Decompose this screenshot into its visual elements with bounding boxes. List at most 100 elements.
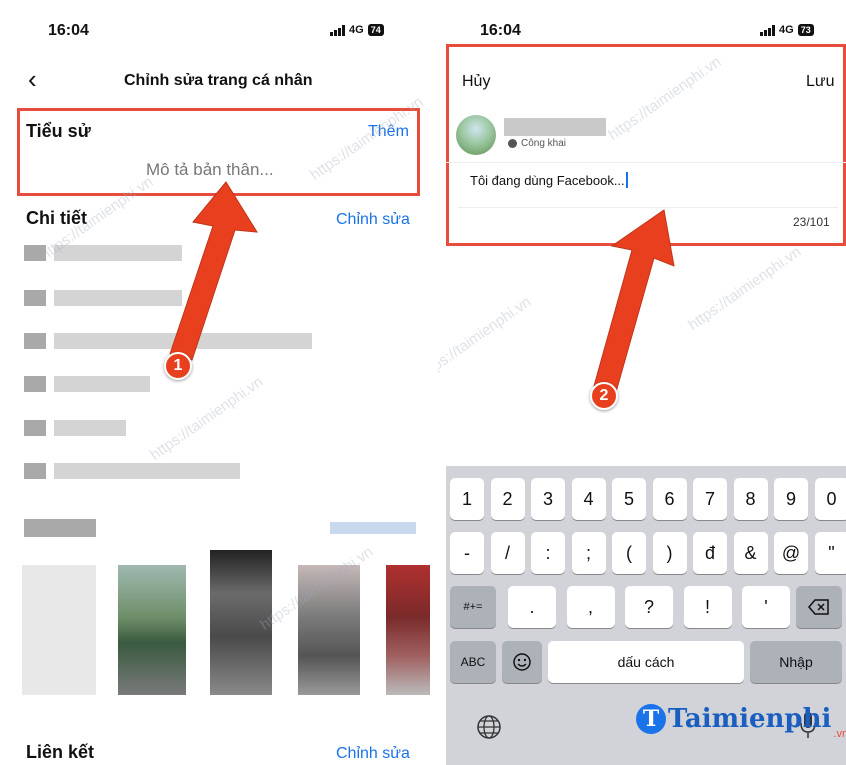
char-count: 23/101	[793, 215, 830, 229]
key-punct-1[interactable]: ,	[566, 586, 615, 628]
network-label: 4G	[349, 24, 364, 36]
blurred-detail	[24, 420, 46, 436]
key-number-0[interactable]: 1	[450, 478, 484, 520]
key-number-9[interactable]: 0	[814, 478, 846, 520]
editor-highlight	[446, 44, 846, 246]
blurred-photo	[298, 565, 360, 695]
backspace-key[interactable]	[796, 586, 842, 628]
key-symbol-0[interactable]: -	[450, 532, 484, 574]
signal-icon	[760, 24, 775, 36]
key-number-6[interactable]: 7	[693, 478, 727, 520]
bio-editor-screen: 16:04 4G 73 Hủy Lưu Công khai Tôi đang d…	[438, 0, 846, 765]
logo-mark-icon: T	[636, 704, 666, 734]
avatar	[456, 115, 496, 155]
network-label: 4G	[779, 24, 794, 36]
return-key[interactable]: Nhập	[750, 641, 842, 683]
blurred-detail	[54, 290, 182, 306]
key-symbol-9[interactable]: "	[814, 532, 846, 574]
emoji-key[interactable]	[502, 641, 542, 683]
key-symbol-3[interactable]: ;	[571, 532, 606, 574]
blurred-detail	[24, 463, 46, 479]
links-edit-button[interactable]: Chỉnh sửa	[336, 745, 410, 763]
blurred-detail	[54, 376, 150, 392]
details-title: Chi tiết	[26, 208, 87, 228]
blurred-link	[330, 522, 416, 534]
blurred-detail	[54, 463, 240, 479]
step-badge-1: 1	[164, 352, 192, 380]
watermark-text: https://taimienphi.vn	[438, 293, 535, 384]
globe-key[interactable]	[476, 714, 504, 742]
signal-icon	[330, 24, 345, 36]
key-number-7[interactable]: 8	[733, 478, 768, 520]
divider-line	[446, 162, 846, 163]
blurred-detail	[24, 245, 46, 261]
key-punct-3[interactable]: !	[683, 586, 732, 628]
step-badge-2: 2	[590, 382, 618, 410]
key-symbol-2[interactable]: :	[531, 532, 565, 574]
cancel-button[interactable]: Hủy	[462, 73, 490, 91]
key-symbol-7[interactable]: &	[733, 532, 768, 574]
back-button[interactable]: ‹	[28, 66, 48, 94]
blurred-detail	[54, 420, 126, 436]
blurred-photo	[118, 565, 186, 695]
privacy-label: Công khai	[521, 138, 567, 149]
key-abc[interactable]: ABC	[450, 641, 496, 683]
divider-line	[458, 207, 838, 208]
links-title: Liên kết	[26, 742, 95, 762]
watermark-text: https://taimienphi.vn	[147, 373, 267, 464]
logo-suffix: .vn	[833, 728, 846, 740]
brand-logo: T Taimienphi .vn	[636, 704, 846, 740]
key-symbol-5[interactable]: )	[652, 532, 687, 574]
text-cursor	[625, 172, 628, 188]
key-number-1[interactable]: 2	[490, 478, 525, 520]
backspace-icon	[808, 599, 829, 615]
bio-input[interactable]: Tôi đang dùng Facebook...	[470, 172, 628, 188]
emoji-icon	[513, 653, 531, 671]
bio-title: Tiểu sử	[26, 121, 91, 141]
blurred-photo	[386, 565, 430, 695]
key-number-5[interactable]: 6	[652, 478, 687, 520]
blurred-detail	[24, 290, 46, 306]
page-title: Chỉnh sửa trang cá nhân	[124, 72, 313, 89]
blurred-section-title	[24, 519, 96, 537]
key-number-3[interactable]: 4	[571, 478, 606, 520]
battery-icon: 74	[367, 24, 384, 36]
key-symbols-toggle[interactable]: #+=	[450, 586, 496, 628]
key-number-8[interactable]: 9	[774, 478, 808, 520]
key-punct-4[interactable]: '	[742, 586, 790, 628]
blurred-username	[504, 118, 606, 136]
space-key[interactable]: dấu cách	[548, 641, 744, 683]
key-symbol-4[interactable]: (	[612, 532, 646, 574]
key-symbol-8[interactable]: @	[774, 532, 808, 574]
watermark-text: https://taimienphi.vn	[685, 243, 805, 334]
blurred-photo	[22, 565, 96, 695]
key-number-2[interactable]: 3	[531, 478, 565, 520]
bio-text: Tôi đang dùng Facebook...	[470, 172, 625, 188]
bio-add-button[interactable]: Thêm	[368, 123, 409, 141]
key-number-4[interactable]: 5	[612, 478, 646, 520]
edit-profile-screen: 16:04 4G 74 ‹ Chỉnh sửa trang cá nhân Ti…	[0, 0, 430, 765]
bio-placeholder[interactable]: Mô tả bản thân...	[146, 160, 274, 180]
key-punct-0[interactable]: .	[508, 586, 556, 628]
details-edit-button[interactable]: Chỉnh sửa	[336, 211, 410, 229]
blurred-detail	[54, 245, 182, 261]
status-time: 16:04	[480, 22, 521, 39]
status-time: 16:04	[48, 22, 89, 39]
battery-icon: 73	[797, 24, 814, 36]
blurred-photo	[210, 550, 272, 695]
save-button[interactable]: Lưu	[806, 73, 835, 91]
key-symbol-6[interactable]: đ	[693, 532, 727, 574]
tutorial-screenshot: 16:04 4G 74 ‹ Chỉnh sửa trang cá nhân Ti…	[0, 0, 846, 765]
blurred-detail	[24, 333, 46, 349]
globe-icon	[508, 139, 517, 148]
status-indicators: 4G 74	[330, 24, 384, 36]
key-punct-2[interactable]: ?	[625, 586, 673, 628]
logo-text: Taimienphi	[668, 704, 832, 734]
divider	[430, 0, 438, 765]
blurred-detail	[54, 333, 312, 349]
key-symbol-1[interactable]: /	[490, 532, 525, 574]
keyboard: 1234567890 - /:;() đ & @ " #+= .,?! ' ABC dấu …	[446, 466, 846, 765]
privacy-row[interactable]: Công khai	[508, 138, 566, 149]
globe-icon	[477, 715, 501, 739]
status-indicators: 4G 73	[760, 24, 814, 36]
